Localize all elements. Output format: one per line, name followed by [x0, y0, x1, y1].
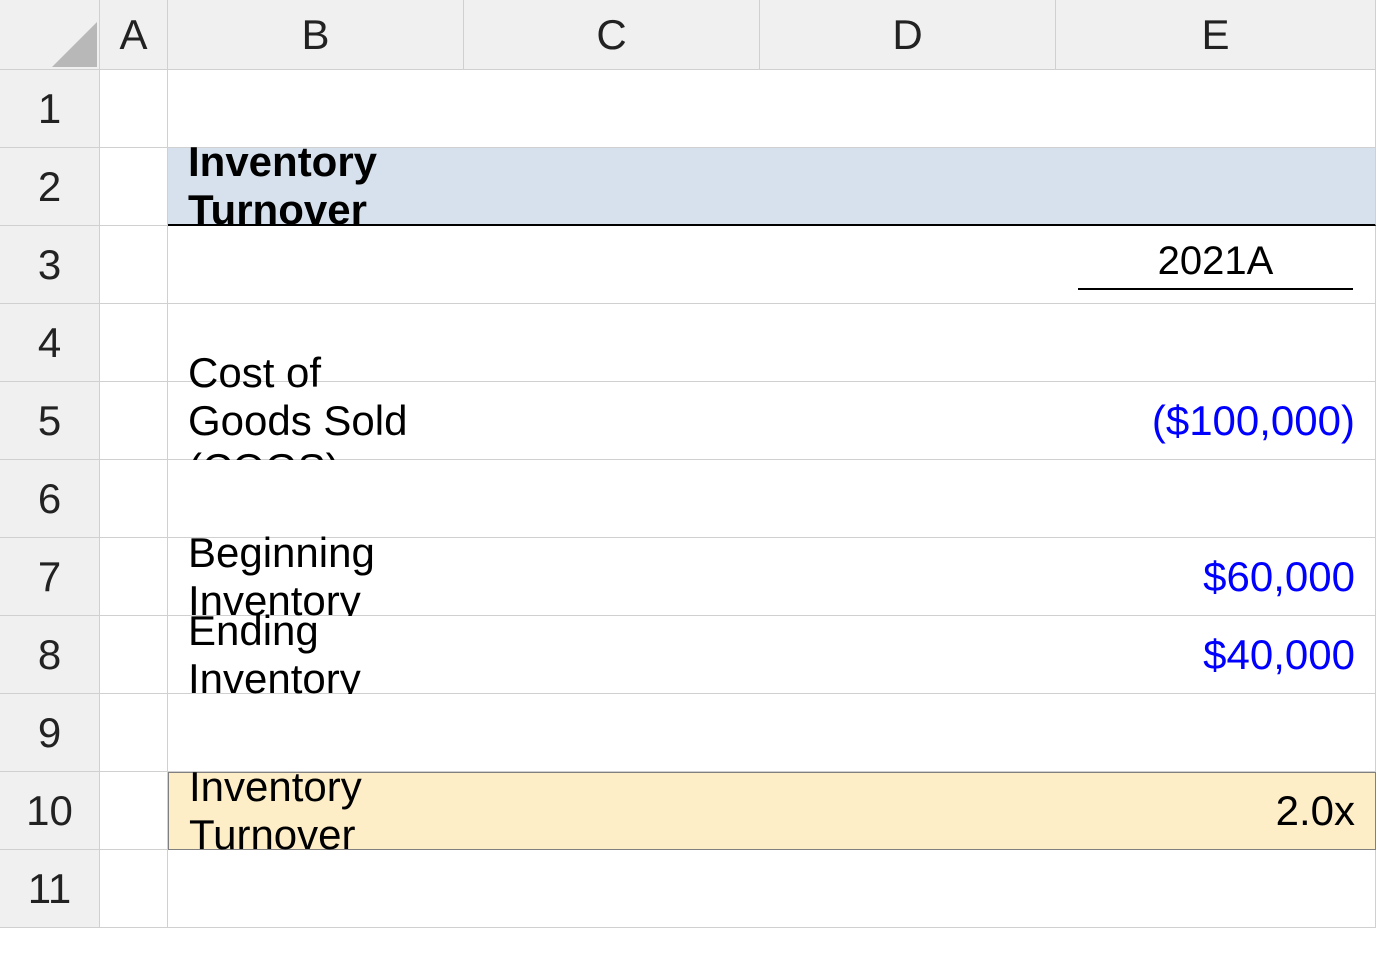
cell-C7[interactable] — [464, 538, 760, 616]
col-header-D[interactable]: D — [760, 0, 1056, 70]
row-header-8[interactable]: 8 — [0, 616, 100, 694]
cell-A5[interactable] — [100, 382, 168, 460]
ending-inv-label: Ending Inventory — [188, 607, 452, 703]
turnover-value: 2.0x — [1276, 787, 1355, 835]
cogs-value-cell[interactable]: ($100,000) — [1056, 382, 1376, 460]
beginning-inv-label-cell[interactable]: Beginning Inventory — [168, 538, 464, 616]
col-header-E[interactable]: E — [1056, 0, 1376, 70]
col-header-A[interactable]: A — [100, 0, 168, 70]
beginning-inv-value-cell[interactable]: $60,000 — [1056, 538, 1376, 616]
cell-C6[interactable] — [464, 460, 760, 538]
cell-B9[interactable] — [168, 694, 464, 772]
cell-D8[interactable] — [760, 616, 1056, 694]
row-header-1[interactable]: 1 — [0, 70, 100, 148]
row-header-6[interactable]: 6 — [0, 460, 100, 538]
cell-E6[interactable] — [1056, 460, 1376, 538]
cell-E4[interactable] — [1056, 304, 1376, 382]
corner-select-all[interactable] — [0, 0, 100, 70]
cell-D9[interactable] — [760, 694, 1056, 772]
row-header-9[interactable]: 9 — [0, 694, 100, 772]
beginning-inv-value: $60,000 — [1203, 553, 1355, 601]
cell-D5[interactable] — [760, 382, 1056, 460]
turnover-value-cell[interactable]: 2.0x — [1056, 772, 1376, 850]
cell-D7[interactable] — [760, 538, 1056, 616]
cell-C11[interactable] — [464, 850, 760, 928]
cell-A3[interactable] — [100, 226, 168, 304]
ending-inv-label-cell[interactable]: Ending Inventory — [168, 616, 464, 694]
turnover-label: Inventory Turnover — [189, 763, 452, 859]
cell-A10[interactable] — [100, 772, 168, 850]
col-header-C[interactable]: C — [464, 0, 760, 70]
cell-E9[interactable] — [1056, 694, 1376, 772]
cell-A7[interactable] — [100, 538, 168, 616]
col-header-B[interactable]: B — [168, 0, 464, 70]
cell-A11[interactable] — [100, 850, 168, 928]
cell-B1[interactable] — [168, 70, 464, 148]
row-header-2[interactable]: 2 — [0, 148, 100, 226]
cell-C8[interactable] — [464, 616, 760, 694]
title-text: Inventory Turnover — [188, 138, 452, 234]
cogs-label-cell[interactable]: Cost of Goods Sold (COGS) — [168, 382, 464, 460]
cell-E2[interactable] — [1056, 148, 1376, 226]
ending-inv-value-cell[interactable]: $40,000 — [1056, 616, 1376, 694]
row-header-5[interactable]: 5 — [0, 382, 100, 460]
cell-C4[interactable] — [464, 304, 760, 382]
cell-A2[interactable] — [100, 148, 168, 226]
cell-A6[interactable] — [100, 460, 168, 538]
ending-inv-value: $40,000 — [1203, 631, 1355, 679]
cell-C5[interactable] — [464, 382, 760, 460]
row-header-10[interactable]: 10 — [0, 772, 100, 850]
cell-B3[interactable] — [168, 226, 464, 304]
cell-E1[interactable] — [1056, 70, 1376, 148]
row-header-3[interactable]: 3 — [0, 226, 100, 304]
cell-C10[interactable] — [464, 772, 760, 850]
spreadsheet-grid[interactable]: A B C D E 1 2 Inventory Turnover 3 2021A… — [0, 0, 1376, 957]
cell-B11[interactable] — [168, 850, 464, 928]
cell-B6[interactable] — [168, 460, 464, 538]
row-header-7[interactable]: 7 — [0, 538, 100, 616]
cell-A1[interactable] — [100, 70, 168, 148]
cell-C9[interactable] — [464, 694, 760, 772]
turnover-label-cell[interactable]: Inventory Turnover — [168, 772, 464, 850]
cell-C3[interactable] — [464, 226, 760, 304]
cell-A9[interactable] — [100, 694, 168, 772]
cell-D1[interactable] — [760, 70, 1056, 148]
cell-A8[interactable] — [100, 616, 168, 694]
cell-A4[interactable] — [100, 304, 168, 382]
cell-D4[interactable] — [760, 304, 1056, 382]
cell-D6[interactable] — [760, 460, 1056, 538]
row-header-11[interactable]: 11 — [0, 850, 100, 928]
cell-C1[interactable] — [464, 70, 760, 148]
cell-D3[interactable] — [760, 226, 1056, 304]
cell-D10[interactable] — [760, 772, 1056, 850]
cell-D11[interactable] — [760, 850, 1056, 928]
cell-C2[interactable] — [464, 148, 760, 226]
cell-D2[interactable] — [760, 148, 1056, 226]
cell-E11[interactable] — [1056, 850, 1376, 928]
year-label: 2021A — [1158, 239, 1274, 283]
row-header-4[interactable]: 4 — [0, 304, 100, 382]
cell-E3[interactable]: 2021A — [1056, 226, 1376, 304]
title-cell[interactable]: Inventory Turnover — [168, 148, 464, 226]
cogs-value: ($100,000) — [1152, 397, 1355, 445]
